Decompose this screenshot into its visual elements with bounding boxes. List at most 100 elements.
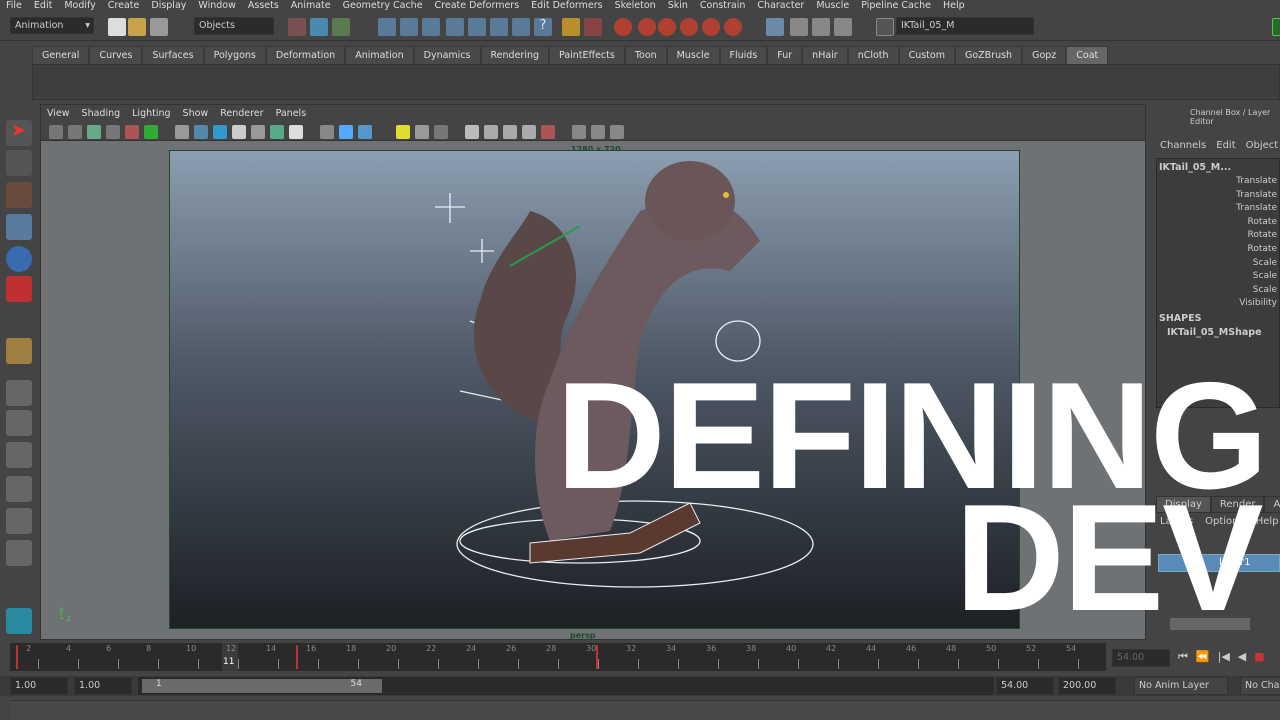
keyframe-marker[interactable] — [596, 645, 598, 669]
step-back-key-icon[interactable]: ⏪ — [1196, 650, 1210, 664]
magnet-icon[interactable] — [658, 18, 676, 36]
viewport-tool-icon[interactable] — [377, 125, 391, 139]
menu-edit-deformers[interactable]: Edit Deformers — [525, 0, 608, 12]
magnet-icon[interactable] — [724, 18, 742, 36]
tab-painteffects[interactable]: PaintEffects — [549, 46, 625, 64]
object-name-field[interactable]: IKTail_05_M — [896, 17, 1034, 35]
channel-label[interactable]: Rotate — [1248, 244, 1277, 254]
save-scene-icon[interactable] — [150, 18, 168, 36]
viewport-tool-icon[interactable] — [49, 125, 63, 139]
layout-outliner-icon[interactable] — [6, 442, 32, 468]
open-scene-icon[interactable] — [128, 18, 146, 36]
playback-start-field[interactable]: 1.00 — [74, 677, 132, 695]
tab-polygons[interactable]: Polygons — [203, 46, 266, 64]
select-component-icon[interactable] — [332, 18, 350, 36]
viewport-tool-icon[interactable] — [522, 125, 536, 139]
keyframe-marker[interactable] — [296, 645, 298, 669]
viewport-tool-icon[interactable] — [106, 125, 120, 139]
viewport-tool-icon[interactable] — [415, 125, 429, 139]
scale-tool-icon[interactable] — [6, 276, 32, 302]
show-manipulator-icon[interactable] — [6, 338, 32, 364]
channel-box-menu-object[interactable]: Object — [1246, 140, 1279, 151]
tab-rendering[interactable]: Rendering — [480, 46, 550, 64]
clapboard-icon[interactable] — [812, 18, 830, 36]
tab-fur[interactable]: Fur — [767, 46, 803, 64]
range-slider-track[interactable] — [382, 677, 994, 695]
time-slider[interactable]: 11 2 4 6 8 10 12 14 16 18 20 22 24 26 28 30 32 34 36 38 40 4… — [10, 643, 1106, 671]
move-tool-icon[interactable] — [6, 214, 32, 240]
keyframe-marker[interactable] — [16, 645, 18, 669]
channel-label[interactable]: Scale — [1253, 258, 1277, 268]
clapboard-icon[interactable] — [834, 18, 852, 36]
tab-curves[interactable]: Curves — [89, 46, 143, 64]
viewport-tool-icon[interactable] — [339, 125, 353, 139]
viewport-menu-shading[interactable]: Shading — [76, 105, 127, 123]
snap-point-icon[interactable] — [422, 18, 440, 36]
viewport-tool-icon[interactable] — [194, 125, 208, 139]
channel-label[interactable]: Visibility — [1239, 298, 1277, 308]
tab-custom[interactable]: Custom — [898, 46, 955, 64]
viewport-menu-panels[interactable]: Panels — [270, 105, 313, 123]
tab-gopz[interactable]: Gopz — [1022, 46, 1067, 64]
viewport-tool-icon[interactable] — [465, 125, 479, 139]
range-slider[interactable]: 1 54 — [138, 677, 382, 695]
magnet-icon[interactable] — [638, 18, 656, 36]
start-time-field[interactable]: 1.00 — [10, 677, 68, 695]
viewport-tool-icon[interactable] — [125, 125, 139, 139]
rename-icon[interactable] — [876, 18, 894, 36]
viewport-menu-show[interactable]: Show — [177, 105, 215, 123]
viewport-tool-icon[interactable] — [144, 125, 158, 139]
menu-file[interactable]: File — [0, 0, 28, 12]
tab-dynamics[interactable]: Dynamics — [413, 46, 481, 64]
magnet-icon[interactable] — [702, 18, 720, 36]
layout-four-icon[interactable] — [6, 410, 32, 436]
viewport-tool-icon[interactable] — [87, 125, 101, 139]
menu-display[interactable]: Display — [145, 0, 192, 12]
tab-toon[interactable]: Toon — [624, 46, 667, 64]
menu-window[interactable]: Window — [192, 0, 241, 12]
panel-toggle-icon[interactable] — [1272, 18, 1280, 36]
snap-plane-icon[interactable] — [446, 18, 464, 36]
menu-character[interactable]: Character — [751, 0, 810, 12]
clapboard-icon[interactable] — [790, 18, 808, 36]
render-view-icon[interactable] — [766, 18, 784, 36]
viewport-tool-icon[interactable] — [484, 125, 498, 139]
current-time-field[interactable]: 54.00 — [1112, 649, 1170, 667]
menu-help[interactable]: Help — [937, 0, 971, 12]
lock-icon[interactable] — [562, 18, 580, 36]
anim-layer-dropdown[interactable]: No Anim Layer — [1134, 677, 1228, 695]
menu-muscle[interactable]: Muscle — [810, 0, 855, 12]
tab-gozbrush[interactable]: GoZBrush — [954, 46, 1023, 64]
rotate-tool-icon[interactable] — [6, 246, 32, 272]
playback-end-field[interactable]: 54.00 — [996, 677, 1054, 695]
viewport-tool-icon[interactable] — [396, 125, 410, 139]
viewport-tool-icon[interactable] — [610, 125, 624, 139]
viewport-tool-icon[interactable] — [175, 125, 189, 139]
viewport-tool-icon[interactable] — [213, 125, 227, 139]
make-live-icon[interactable] — [468, 18, 486, 36]
select-highlight-icon[interactable] — [584, 18, 602, 36]
viewport-tool-icon[interactable] — [251, 125, 265, 139]
viewport-tool-icon[interactable] — [572, 125, 586, 139]
viewport-tool-icon[interactable] — [434, 125, 448, 139]
menu-pipeline-cache[interactable]: Pipeline Cache — [855, 0, 937, 12]
new-scene-icon[interactable] — [108, 18, 126, 36]
select-hierarchy-icon[interactable] — [288, 18, 306, 36]
tab-fluids[interactable]: Fluids — [719, 46, 768, 64]
viewport-tool-icon[interactable] — [289, 125, 303, 139]
layout-single-icon[interactable] — [6, 380, 32, 406]
viewport-tool-icon[interactable] — [503, 125, 517, 139]
command-line[interactable] — [10, 700, 1280, 720]
select-tool-icon[interactable]: ➤ — [6, 120, 32, 146]
tab-muscle[interactable]: Muscle — [666, 46, 720, 64]
layout-graph-icon[interactable] — [6, 476, 32, 502]
select-object-icon[interactable] — [310, 18, 328, 36]
end-time-field[interactable]: 200.00 — [1058, 677, 1116, 695]
lasso-tool-icon[interactable] — [6, 150, 32, 176]
magnet-icon[interactable] — [614, 18, 632, 36]
layout-graph-editor-icon[interactable] — [6, 540, 32, 566]
tab-ncloth[interactable]: nCloth — [847, 46, 899, 64]
render-icon[interactable] — [512, 18, 530, 36]
viewport-menu-lighting[interactable]: Lighting — [126, 105, 176, 123]
viewport-tool-icon[interactable] — [320, 125, 334, 139]
